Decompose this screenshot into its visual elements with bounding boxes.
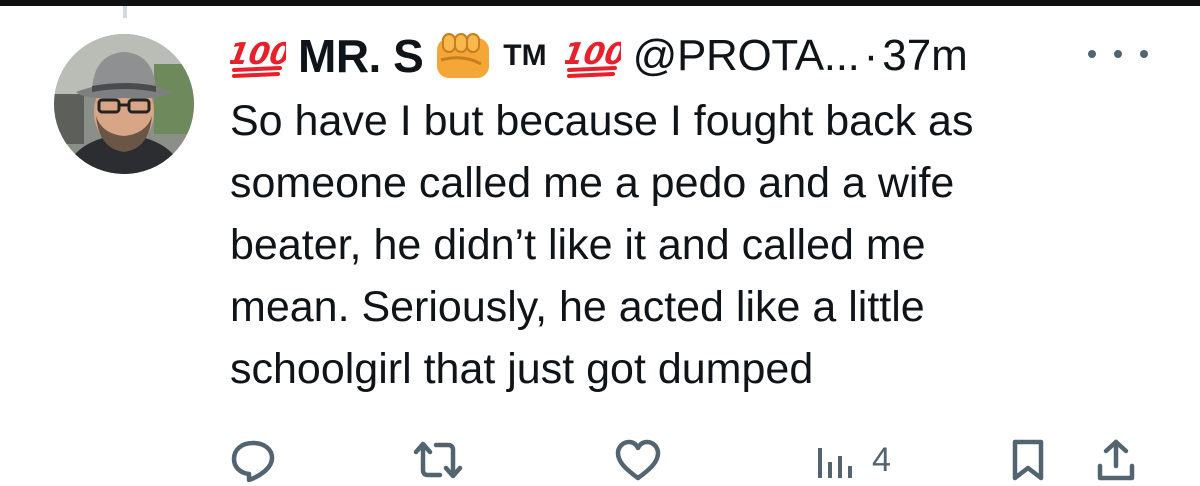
reply-icon — [231, 440, 275, 482]
like-icon — [615, 439, 661, 481]
hundred-points-emoji-icon: 100 — [560, 32, 628, 80]
top-edge-bar — [0, 0, 1200, 6]
share-button[interactable] — [1096, 438, 1136, 482]
reply-button[interactable] — [230, 438, 276, 482]
share-icon — [1097, 439, 1135, 481]
tweet-text: So have I but because I fought back as s… — [230, 97, 974, 393]
tweet-header: 100 MR. S TM 100 @PROTA... · 37m — [225, 24, 1170, 88]
avatar-photo — [54, 34, 194, 174]
like-button[interactable] — [614, 438, 662, 482]
more-icon[interactable] — [1088, 34, 1148, 74]
oncoming-fist-emoji-icon — [433, 28, 493, 84]
retweet-button[interactable] — [412, 438, 464, 482]
views-button[interactable]: 4 — [816, 438, 891, 482]
tweet-timestamp[interactable]: 37m — [882, 31, 968, 81]
trademark-label: TM — [503, 39, 547, 72]
bookmark-icon — [1012, 439, 1044, 481]
user-handle[interactable]: @PROTA... — [633, 31, 860, 81]
views-count: 4 — [872, 440, 891, 479]
tweet[interactable]: 100 MR. S TM 100 @PROTA... · 37m So have… — [225, 24, 1170, 400]
retweet-icon — [413, 441, 463, 479]
tweet-actions: 4 — [230, 438, 1150, 482]
hundred-points-emoji-icon: 100 — [225, 32, 294, 80]
bookmark-button[interactable] — [1010, 438, 1046, 482]
display-name[interactable]: MR. S — [298, 29, 424, 83]
thread-connector-line — [123, 6, 127, 18]
avatar[interactable] — [54, 34, 194, 174]
dot-separator: · — [863, 31, 879, 80]
views-icon — [818, 448, 852, 478]
